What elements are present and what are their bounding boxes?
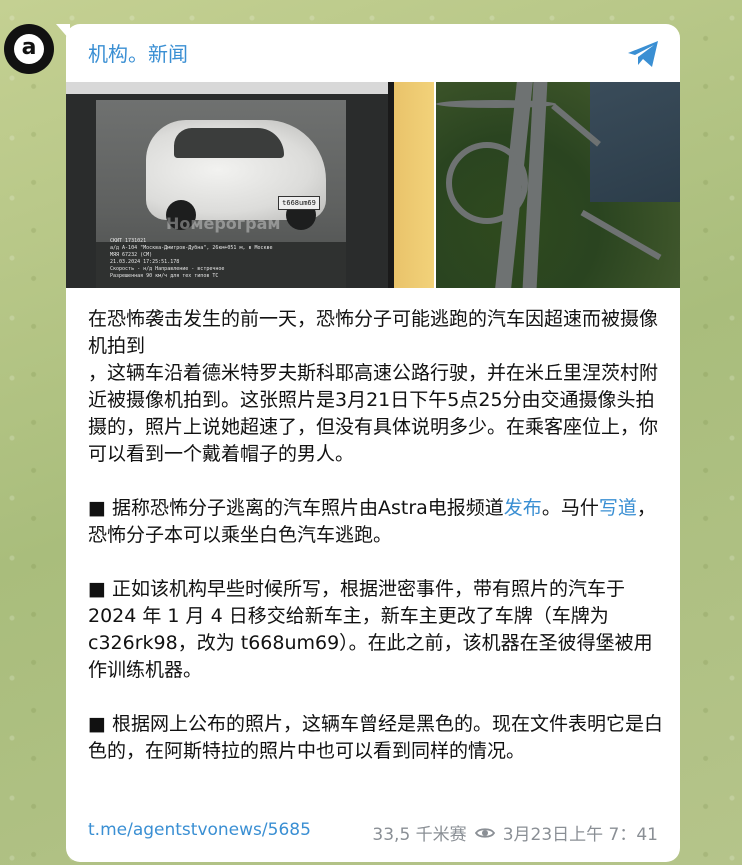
eye-icon bbox=[474, 826, 495, 840]
photo-traffic-camera[interactable]: t668um69 Номерограм СКИТ 1731021 а/д А-1… bbox=[66, 82, 434, 288]
paragraph-details: ，这辆车沿着德米特罗夫斯科耶高速公路行驶，并在米丘里涅茨村附近被摄像机拍到。这张… bbox=[88, 362, 659, 465]
bullet-color: ■ 根据网上公布的照片，这辆车曾经是黑色的。现在文件表明它是白色的，在阿斯特拉的… bbox=[88, 713, 663, 762]
message-bubble: 机构。新闻 t668um69 Номерограм СКИТ 1731021 а… bbox=[66, 24, 680, 862]
media-album: t668um69 Номерограм СКИТ 1731021 а/д А-1… bbox=[66, 82, 680, 288]
message-meta: 33,5 千米赛 3月23日上午 7：41 bbox=[372, 820, 658, 845]
license-plate: t668um69 bbox=[278, 196, 320, 210]
bullet-plates: ■ 正如该机构早些时候所写，根据泄密事件，带有照片的汽车于 2024 年 1 月… bbox=[88, 578, 653, 681]
bullet-astra: ■ 据称恐怖分子逃离的汽车照片由Astra电报频道发布。马什写道，恐怖分子本可以… bbox=[88, 497, 656, 546]
view-count: 33,5 千米赛 bbox=[372, 825, 467, 845]
photo-satellite-map[interactable] bbox=[436, 82, 680, 288]
photo-watermark: Номерограм bbox=[166, 214, 281, 233]
link-wrote[interactable]: 写道 bbox=[599, 497, 637, 519]
message-footer: t.me/agentstvonews/5685 33,5 千米赛 3月23日上午… bbox=[88, 820, 658, 845]
timestamp: 3月23日上午 7：41 bbox=[502, 825, 658, 845]
channel-avatar[interactable]: a bbox=[4, 24, 54, 74]
monitor-edge bbox=[394, 82, 434, 288]
share-button[interactable] bbox=[624, 38, 662, 70]
share-arrow-icon bbox=[628, 41, 658, 67]
channel-name[interactable]: 机构。新闻 bbox=[88, 42, 188, 66]
camera-caption: СКИТ 1731021 а/д А-104 "Москва-Дмитров-Д… bbox=[110, 238, 273, 279]
post-link[interactable]: t.me/agentstvonews/5685 bbox=[88, 820, 311, 840]
message-text: 在恐怖袭击发生的前一天，恐怖分子可能逃跑的汽车因超速而被摄像机拍到 ，这辆车沿着… bbox=[88, 306, 664, 765]
avatar-letter: a bbox=[21, 35, 37, 60]
paragraph-headline: 在恐怖袭击发生的前一天，恐怖分子可能逃跑的汽车因超速而被摄像机拍到 bbox=[88, 308, 659, 357]
link-published[interactable]: 发布 bbox=[504, 497, 542, 519]
message-header: 机构。新闻 bbox=[88, 38, 662, 68]
